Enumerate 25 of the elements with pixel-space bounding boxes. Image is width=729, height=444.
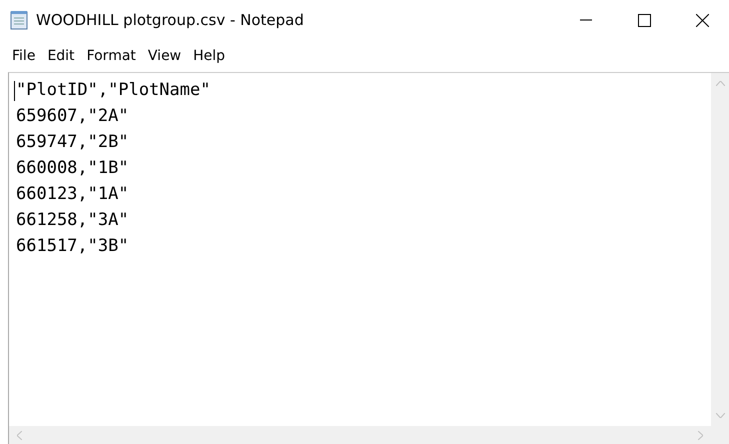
text-caret <box>14 81 15 101</box>
minimize-icon <box>580 19 592 21</box>
close-icon <box>696 14 708 26</box>
menu-item[interactable]: Edit <box>41 46 81 66</box>
menu-item[interactable]: File <box>6 46 42 66</box>
window-title: WOODHILL plotgroup.csv - Notepad <box>36 11 305 29</box>
maximize-icon <box>638 14 650 26</box>
text-line: 659747,"2B" <box>16 131 129 154</box>
scroll-down-icon[interactable] <box>716 413 724 418</box>
menu-item[interactable]: View <box>142 46 188 66</box>
scroll-left-icon[interactable] <box>17 430 22 440</box>
scroll-up-icon[interactable] <box>716 81 724 86</box>
text-line: 660123,"1A" <box>16 183 129 206</box>
scroll-right-icon[interactable] <box>698 430 703 440</box>
vertical-scrollbar[interactable] <box>711 73 729 426</box>
text-line: 661258,"3A" <box>16 209 129 232</box>
notepad-icon <box>10 10 28 30</box>
text-area[interactable]: "PlotID","PlotName" 659607,"2A" 659747,"2B" 660008,"1B" 660123,"1A" 661258,"3A" 661517,"3B" <box>9 73 711 426</box>
text-line: 660008,"1B" <box>16 157 129 180</box>
menu-item[interactable]: Help <box>187 46 232 66</box>
menu-item[interactable]: Format <box>80 46 142 66</box>
text-line: "PlotID","PlotName" <box>16 79 210 102</box>
horizontal-scrollbar[interactable] <box>9 426 711 444</box>
text-line: 659607,"2A" <box>16 105 129 128</box>
text-line: 661517,"3B" <box>16 235 129 258</box>
